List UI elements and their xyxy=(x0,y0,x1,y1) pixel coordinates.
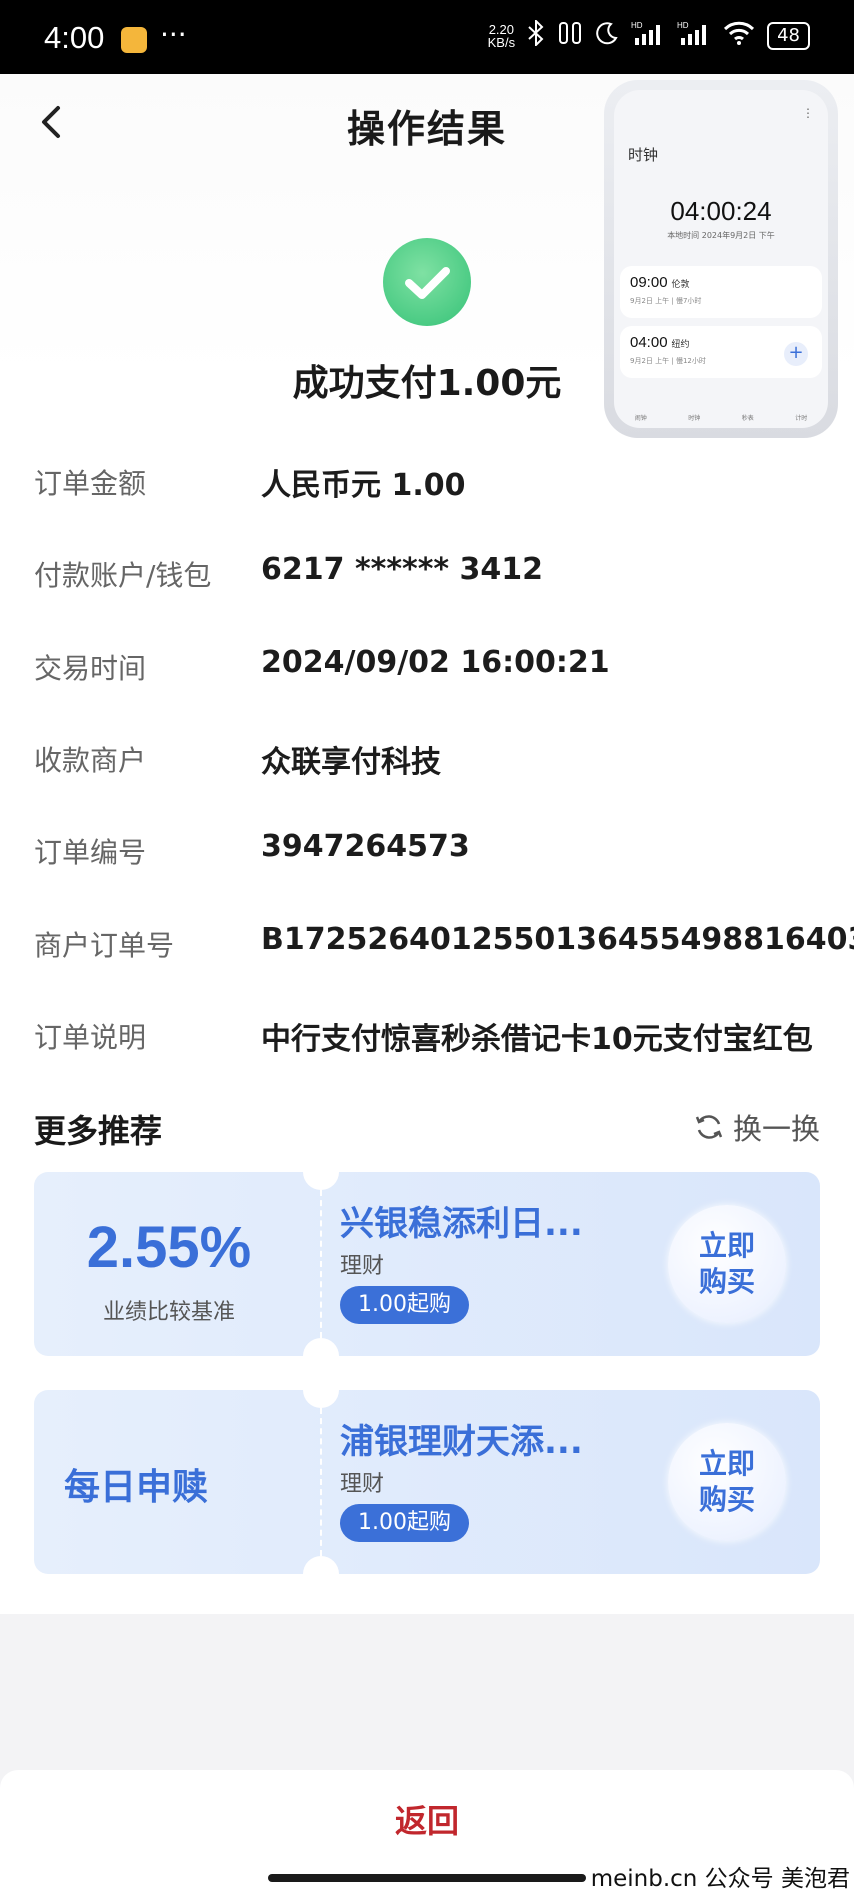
world-clock-sub: 9月2日 上午 | 慢12小时 xyxy=(630,357,706,365)
buy-label-line2: 购买 xyxy=(698,1265,755,1298)
clock-title: 时钟 xyxy=(628,146,659,164)
buy-label-line1: 立即 xyxy=(698,1229,755,1262)
status-time: 4:00 xyxy=(44,20,105,55)
watermark: meinb.cn 公众号 美泡君 xyxy=(590,1866,850,1892)
buy-button[interactable]: 立即 购买 xyxy=(668,1423,786,1541)
detail-value: 2024/09/02 16:00:21 xyxy=(261,645,610,680)
clock-app-preview: ⋮ 时钟 04:00:24 本地时间 2024年9月2日 下午 09:00 伦敦 … xyxy=(614,90,828,428)
rate-value: 2.55% xyxy=(86,1215,252,1280)
network-speed: 2.20 KB/s xyxy=(488,23,515,49)
clock-subtitle: 本地时间 2024年9月2日 下午 xyxy=(667,231,775,240)
world-clock-time: 09:00 xyxy=(630,274,668,291)
world-clock-time: 04:00 xyxy=(630,334,668,351)
more-notifications-icon: ··· xyxy=(160,18,187,51)
clock-time: 04:00:24 xyxy=(670,196,772,226)
wifi-icon xyxy=(723,20,755,52)
card-divider xyxy=(320,1408,322,1556)
signal-hd-label-2: HD xyxy=(677,21,689,30)
detail-row: 交易时间 2024/09/02 16:00:21 xyxy=(34,645,834,697)
battery-level: 48 xyxy=(767,22,810,50)
detail-value: 中行支付惊喜秒杀借记卡10元支付宝红包 xyxy=(261,1022,813,1057)
detail-row: 订单说明 中行支付惊喜秒杀借记卡10元支付宝红包 xyxy=(34,1016,834,1066)
world-clock-city: 伦敦 xyxy=(671,279,690,289)
card-divider xyxy=(320,1190,322,1338)
product-type: 理财 xyxy=(340,1472,385,1497)
bluetooth-icon xyxy=(527,18,545,52)
earbuds-icon xyxy=(557,21,583,51)
tab-clock[interactable]: 时钟 xyxy=(688,413,700,422)
app-notification-icon xyxy=(121,27,147,53)
signal-icon-2: HD xyxy=(677,20,711,52)
detail-label: 订单编号 xyxy=(34,836,147,869)
status-bar: 4:00 ··· 2.20 KB/s HD HD 48 xyxy=(0,0,854,74)
world-clock-item: 04:00 纽约 9月2日 上午 | 慢12小时 + xyxy=(620,326,822,378)
refresh-button[interactable]: 换一换 xyxy=(693,1106,820,1148)
detail-row: 订单金额 人民币元 1.00 xyxy=(34,462,834,512)
rate-label: 业绩比较基准 xyxy=(102,1300,235,1325)
detail-label: 商户订单号 xyxy=(34,929,175,962)
moon-icon xyxy=(595,21,619,51)
product-card[interactable]: 2.55% 业绩比较基准 兴银稳添利日... 理财 1.00起购 立即 购买 xyxy=(34,1172,820,1356)
bottom-bar: 返回 meinb.cn 公众号 美泡君 xyxy=(0,1770,854,1898)
buy-label-line2: 购买 xyxy=(698,1483,755,1516)
card-notch-bottom xyxy=(303,1556,339,1574)
card-notch-bottom xyxy=(303,1338,339,1356)
detail-value: 众联享付科技 xyxy=(261,745,441,780)
refresh-label: 换一换 xyxy=(732,1112,820,1146)
min-purchase-badge: 1.00起购 xyxy=(340,1504,469,1542)
add-icon[interactable]: + xyxy=(784,342,808,366)
success-check-icon xyxy=(383,238,471,326)
detail-value: B17252640125501364554988164031 xyxy=(261,922,854,957)
signal-hd-label-1: HD xyxy=(631,21,643,30)
detail-value: 6217 ****** 3412 xyxy=(261,552,544,587)
redeem-label: 每日申赎 xyxy=(64,1467,209,1508)
buy-label-line1: 立即 xyxy=(698,1447,755,1480)
detail-label: 收款商户 xyxy=(34,744,147,777)
signal-icon-1: HD xyxy=(631,20,665,52)
detail-label: 付款账户/钱包 xyxy=(34,559,212,592)
product-name: 浦银理财天添... xyxy=(340,1422,583,1462)
card-notch-top xyxy=(303,1390,339,1408)
card-notch-top xyxy=(303,1172,339,1190)
tab-alarm[interactable]: 闹钟 xyxy=(635,413,647,422)
detail-label: 订单金额 xyxy=(34,467,147,500)
min-purchase-badge: 1.00起购 xyxy=(340,1286,469,1324)
clock-tabs: 闹钟 时钟 秒表 计时 xyxy=(614,413,828,422)
product-card[interactable]: 每日申赎 浦银理财天添... 理财 1.00起购 立即 购买 xyxy=(34,1390,820,1574)
return-button[interactable]: 返回 xyxy=(0,1796,854,1842)
recommend-title: 更多推荐 xyxy=(34,1112,163,1150)
detail-value: 人民币元 1.00 xyxy=(261,468,466,503)
home-indicator[interactable] xyxy=(268,1874,586,1882)
detail-row: 订单编号 3947264573 xyxy=(34,829,834,881)
detail-label: 订单说明 xyxy=(34,1021,147,1054)
status-icons: 2.20 KB/s HD HD 48 xyxy=(488,18,810,52)
detail-label: 交易时间 xyxy=(34,652,147,685)
floating-clock-window[interactable]: ⋮ 时钟 04:00:24 本地时间 2024年9月2日 下午 09:00 伦敦 … xyxy=(604,80,838,438)
speed-unit: KB/s xyxy=(487,35,516,50)
world-clock-item: 09:00 伦敦 9月2日 上午 | 慢7小时 xyxy=(620,266,822,318)
product-name: 兴银稳添利日... xyxy=(340,1204,583,1244)
buy-button[interactable]: 立即 购买 xyxy=(668,1205,786,1323)
detail-row: 付款账户/钱包 6217 ****** 3412 xyxy=(34,552,834,604)
world-clock-sub: 9月2日 上午 | 慢7小时 xyxy=(630,297,702,305)
detail-row: 收款商户 众联享付科技 xyxy=(34,739,834,789)
more-menu-icon[interactable]: ⋮ xyxy=(802,106,814,120)
tab-timer[interactable]: 计时 xyxy=(795,413,807,422)
tab-stopwatch[interactable]: 秒表 xyxy=(742,413,754,422)
detail-row: 商户订单号 B17252640125501364554988164031 xyxy=(34,922,854,974)
refresh-icon xyxy=(695,1115,723,1139)
product-type: 理财 xyxy=(340,1254,385,1279)
world-clock-city: 纽约 xyxy=(671,339,690,349)
detail-value: 3947264573 xyxy=(261,829,470,864)
